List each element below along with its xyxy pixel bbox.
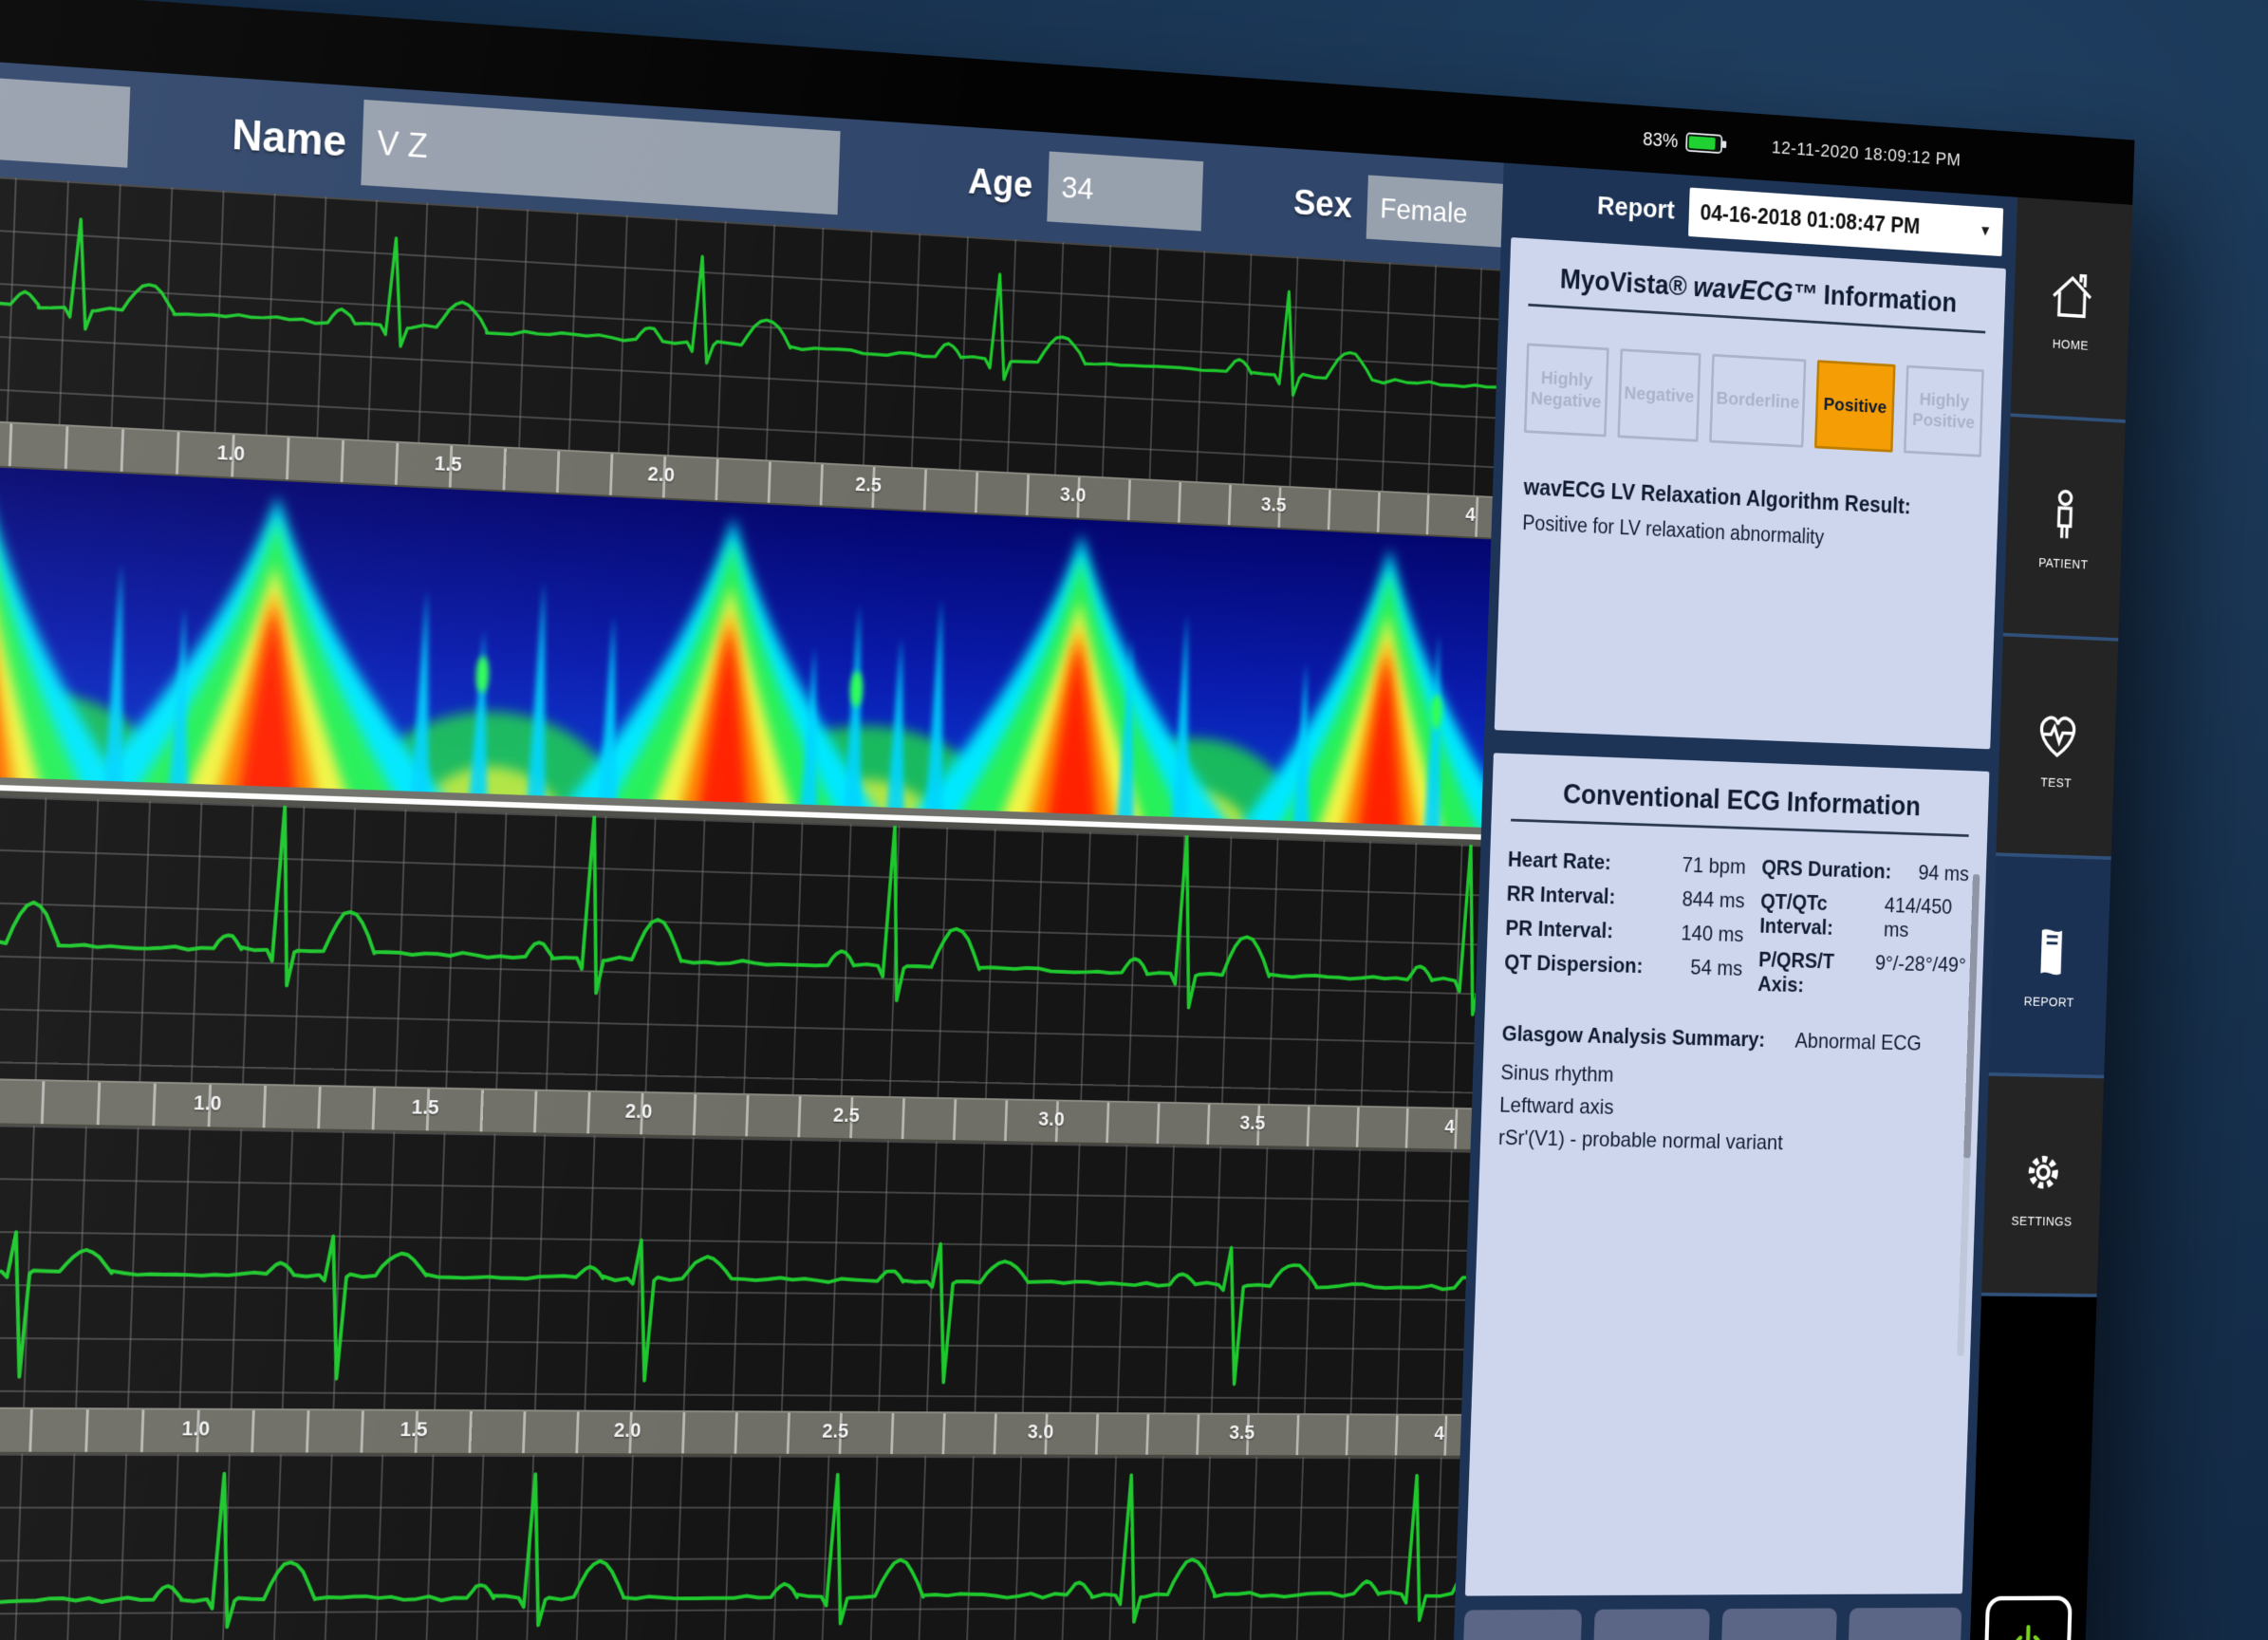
patient-icon <box>2037 483 2093 546</box>
measurement-row: PR Interval:140 ms <box>1505 917 1744 948</box>
datetime: 12-11-2020 18:09:12 PM <box>1772 138 1961 171</box>
report-actions: PDF Export Report Delete <box>1459 1608 1961 1640</box>
highly-positive-button[interactable]: Highly Positive <box>1904 365 1984 457</box>
device-screen: 83% 12-11-2020 18:09:12 PM Name V Z Age … <box>0 0 2134 1640</box>
report-icon <box>2022 922 2078 983</box>
standby-area: STAND BY <box>1966 1549 2089 1640</box>
screen-body: Name V Z Age 34 Sex Female 1.0 1.5 2.0 2… <box>0 60 2132 1640</box>
chevron-down-icon: ▼ <box>1979 222 1992 240</box>
sidebar-item-report[interactable]: REPORT <box>1989 856 2111 1078</box>
age-field[interactable]: 34 <box>1047 152 1203 232</box>
print-button[interactable] <box>1589 1609 1710 1640</box>
glasgow-line: rSr'(V1) - probable normal variant <box>1498 1126 1961 1159</box>
name-field[interactable]: V Z <box>362 100 841 214</box>
report-label: Report <box>1597 191 1676 226</box>
ecg-trace-strip <box>0 794 1480 1108</box>
glasgow-summary: Glasgow Analysis Summary: Abnormal ECG S… <box>1498 1022 1964 1159</box>
measurement-row: QT/QTc Interval:414/450 ms <box>1759 890 1968 945</box>
glasgow-line: Leftward axis <box>1499 1093 1961 1127</box>
negative-button[interactable]: Negative <box>1617 348 1701 442</box>
report-dropdown-value: 04-16-2018 01:08:47 PM <box>1700 200 1920 240</box>
battery-percent: 83% <box>1643 127 1679 152</box>
delete-button[interactable]: Delete <box>1845 1608 1962 1640</box>
positive-button[interactable]: Positive <box>1814 360 1896 452</box>
glasgow-result: Abnormal ECG <box>1794 1029 1922 1056</box>
power-icon <box>2004 1620 2051 1640</box>
sidebar-item-home[interactable]: HOME <box>2011 197 2133 423</box>
report-dropdown[interactable]: 04-16-2018 01:08:47 PM ▼ <box>1688 188 2003 256</box>
report-panel-column: Report 04-16-2018 01:08:47 PM ▼ MyoVista… <box>1449 163 2017 1640</box>
sex-label: Sex <box>1292 182 1352 226</box>
borderline-button[interactable]: Borderline <box>1709 354 1806 448</box>
wavecg-info-panel: MyoVista®wavECG™Information Highly Negat… <box>1495 237 2006 749</box>
sex-field[interactable]: Female <box>1366 176 1502 248</box>
ecg-trace-strip <box>0 1454 1460 1640</box>
classification-buttons: Highly Negative Negative Borderline Posi… <box>1524 343 1984 457</box>
info-button[interactable] <box>1459 1610 1582 1640</box>
measurement-row: RR Interval:844 ms <box>1506 882 1745 913</box>
photo-background: 83% 12-11-2020 18:09:12 PM Name V Z Age … <box>0 0 2268 1640</box>
measurements: Heart Rate:71 bpm RR Interval:844 ms PR … <box>1503 848 1969 1002</box>
measurement-row: QT Dispersion:54 ms <box>1504 951 1743 982</box>
name-label: Name <box>232 109 347 167</box>
ecg-area: Name V Z Age 34 Sex Female 1.0 1.5 2.0 2… <box>0 60 1504 1640</box>
export-report-button[interactable]: PDF Export Report <box>1718 1608 1836 1640</box>
patient-id-field[interactable] <box>0 74 130 169</box>
home-icon <box>2044 264 2100 327</box>
glasgow-line: Sinus rhythm <box>1500 1061 1962 1095</box>
highly-negative-button[interactable]: Highly Negative <box>1524 343 1608 437</box>
measurement-row: P/QRS/T Axis:9°/-28°/49° <box>1757 948 1966 1002</box>
measurement-row: QRS Duration:94 ms <box>1761 856 1969 887</box>
time-ruler: 1.0 1.5 2.0 2.5 3.0 3.5 4 <box>0 1407 1461 1458</box>
sidebar-item-patient[interactable]: PATIENT <box>2003 417 2126 642</box>
age-label: Age <box>968 161 1033 206</box>
sidebar-item-settings[interactable]: SETTINGS <box>1981 1076 2104 1297</box>
ecg-trace-strip <box>0 1124 1470 1413</box>
measurement-row: Heart Rate:71 bpm <box>1508 848 1747 880</box>
heart-ecg-icon <box>2030 702 2086 764</box>
conventional-ecg-panel: Conventional ECG Information Heart Rate:… <box>1465 753 1990 1595</box>
glasgow-heading: Glasgow Analysis Summary: <box>1501 1022 1765 1053</box>
conventional-panel-title: Conventional ECG Information <box>1492 753 1989 825</box>
gear-icon <box>2016 1142 2072 1202</box>
battery-status: 83% <box>1643 127 1728 156</box>
battery-icon <box>1685 131 1727 157</box>
sidebar-item-test[interactable]: TEST <box>1996 636 2118 860</box>
standby-button[interactable]: STAND BY <box>1982 1595 2073 1640</box>
